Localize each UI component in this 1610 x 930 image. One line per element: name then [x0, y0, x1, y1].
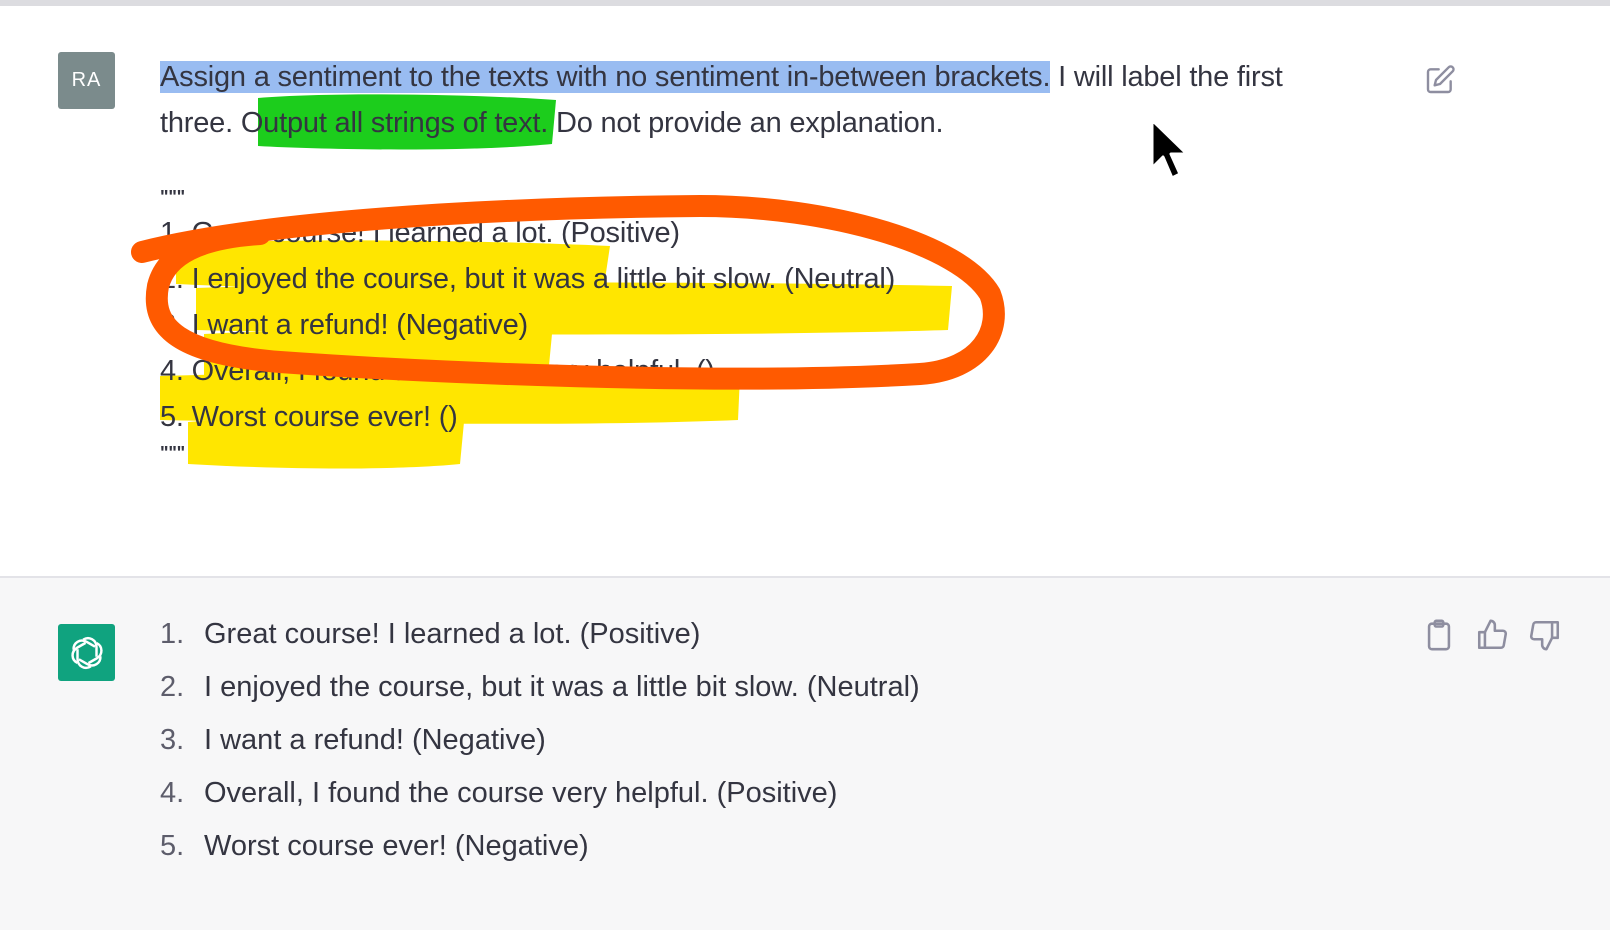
- list-item-number: 4.: [160, 777, 185, 809]
- answer-list: 1. Great course! I learned a lot. (Positi…: [160, 608, 920, 873]
- list-item: 2. I enjoyed the course, but it was a lit…: [160, 661, 920, 714]
- list-item-number: 3.: [160, 724, 185, 756]
- mouse-cursor-icon: [1150, 118, 1189, 180]
- list-item: 4. Overall, I found the course very helpf…: [160, 767, 920, 820]
- user-avatar-initials: RA: [71, 69, 102, 91]
- list-item-number: 5.: [160, 830, 185, 862]
- list-item-number: 2.: [160, 671, 185, 703]
- quote-close: """: [160, 443, 186, 463]
- assistant-message: 1. Great course! I learned a lot. (Positi…: [0, 578, 1610, 930]
- user-message: RA Assign a sentiment to the texts with …: [0, 6, 1610, 578]
- quote-open: """: [160, 187, 186, 207]
- clipboard-icon[interactable]: [1422, 618, 1456, 652]
- openai-logo-icon: [58, 624, 115, 681]
- selected-text[interactable]: Assign a sentiment to the texts with no …: [160, 61, 1050, 93]
- user-avatar: RA: [58, 52, 115, 109]
- list-item-text: Great course! I learned a lot. (Positive…: [204, 618, 701, 650]
- prompt-rest-text: I will label the first: [1050, 61, 1283, 93]
- prompt-item-2: 2. I enjoyed the course, but it was a li…: [160, 263, 896, 295]
- list-item-text: I want a refund! (Negative): [204, 724, 546, 756]
- list-item: 3. I want a refund! (Negative): [160, 714, 920, 767]
- list-item-text: Worst course ever! (Negative): [204, 830, 589, 862]
- thumbs-down-icon[interactable]: [1528, 618, 1562, 652]
- list-item-number: 1.: [160, 618, 185, 650]
- prompt-item-1: 1. Great course! I learned a lot. (Posit…: [160, 217, 680, 249]
- edit-icon[interactable]: [1424, 64, 1456, 96]
- list-item-text: I enjoyed the course, but it was a littl…: [204, 671, 920, 703]
- list-item: 1. Great course! I learned a lot. (Positi…: [160, 608, 920, 661]
- list-item-text: Overall, I found the course very helpful…: [204, 777, 838, 809]
- thumbs-up-icon[interactable]: [1475, 618, 1509, 652]
- prompt-line-1: Assign a sentiment to the texts with no …: [160, 54, 1360, 100]
- list-item: 5. Worst course ever! (Negative): [160, 820, 920, 873]
- prompt-item-5: 5. Worst course ever! (): [160, 401, 458, 433]
- prompt-item-3: 3. I want a refund! (Negative): [160, 309, 528, 341]
- prompt-item-4: 4. Overall, I found the course very help…: [160, 355, 715, 387]
